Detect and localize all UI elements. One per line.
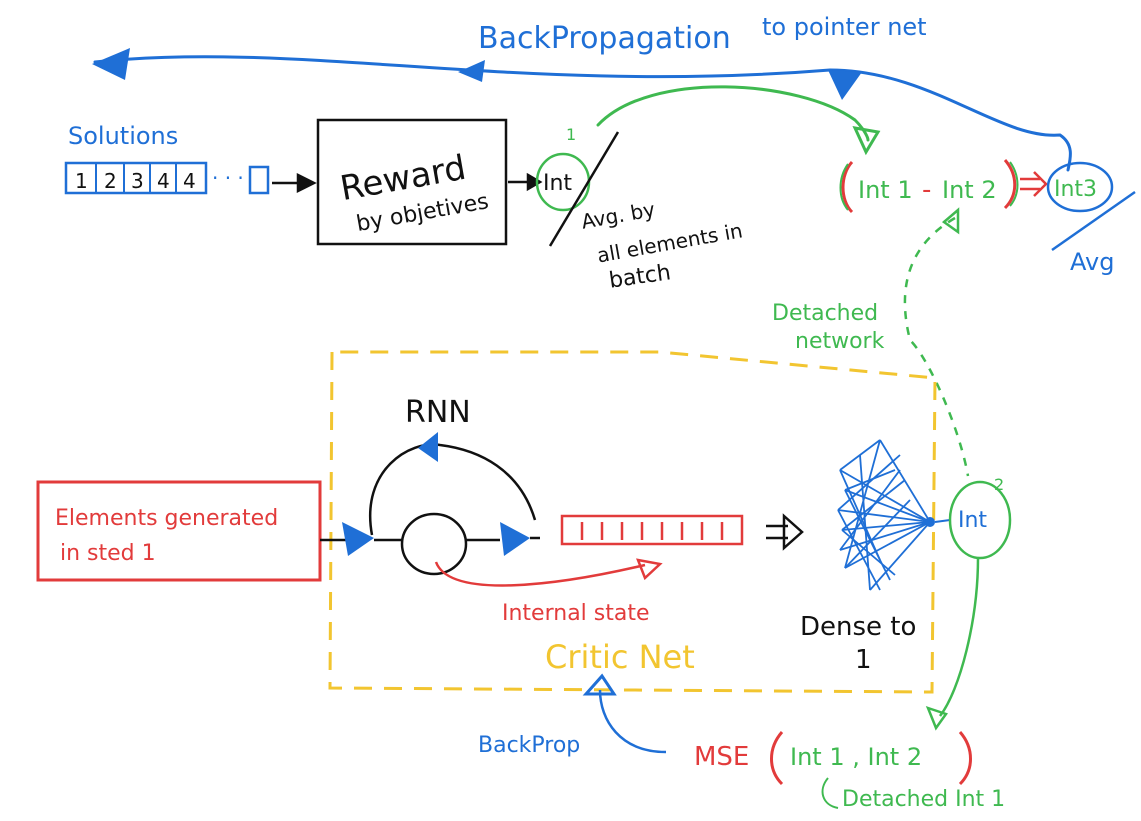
rnn-loop-arrowhead	[418, 432, 438, 462]
solution-cell: 2	[104, 169, 117, 193]
mse-open-paren	[770, 731, 784, 786]
diff-int1: Int 1	[858, 176, 913, 204]
diagram-canvas: BackPropagation to pointer net Solutions…	[36, 13, 1136, 812]
solutions-last-cell	[248, 165, 270, 195]
int1-index: 1	[566, 125, 576, 144]
avg-note-3: batch	[607, 260, 672, 293]
internal-state-arrow	[434, 561, 646, 587]
int1-label: Int	[543, 171, 572, 196]
internal-state-label: Internal state	[502, 601, 650, 626]
rnn-label: RNN	[405, 395, 471, 430]
backprop-suffix: to pointer net	[762, 13, 927, 41]
dense-to-int2	[934, 519, 951, 523]
int3-label: Int3	[1054, 177, 1097, 202]
arrow-reward-to-int	[508, 172, 543, 192]
mse-label: MSE	[694, 742, 749, 772]
elements-line2: in sted 1	[60, 541, 156, 566]
dense-label-2: 1	[855, 645, 872, 675]
solutions-ellipsis: · · ·	[212, 166, 244, 190]
critic-net-label: Critic Net	[545, 638, 695, 676]
backprop-arrowhead-left	[92, 48, 130, 80]
backprop-label: BackPropagation	[478, 21, 731, 56]
backprop-critic-label: BackProp	[478, 733, 580, 758]
rnn-input-arrowhead	[342, 522, 374, 556]
diff-expression: Int 1 - Int 2	[839, 159, 1019, 214]
arrow-vector-to-dense	[766, 513, 804, 551]
dense-network	[837, 439, 931, 591]
internal-state-arrowhead	[636, 558, 663, 581]
dense-output-node	[925, 517, 935, 527]
detached-note-arrow	[821, 777, 839, 809]
detached-label-1: Detached	[772, 301, 878, 326]
avg-note-1: Avg. by	[579, 197, 656, 234]
avg-label: Avg	[1070, 248, 1114, 276]
dense-label-1: Dense to	[800, 612, 916, 642]
int2-label: Int	[958, 508, 987, 533]
rnn-output-arrowhead	[500, 522, 530, 556]
rnn-loop	[369, 443, 537, 536]
diff-minus: -	[922, 175, 931, 205]
rnn-cell	[400, 512, 468, 576]
hidden-vector	[560, 514, 744, 546]
solution-cell: 3	[131, 169, 144, 193]
mse-args: Int 1 , Int 2	[790, 743, 922, 771]
solution-cells: 1 2 3 4 4	[75, 169, 196, 193]
arrow-diff-to-int3	[1020, 171, 1048, 197]
detached-dashed-link	[903, 216, 970, 477]
diff-int2: Int 2	[942, 176, 997, 204]
mse-close-paren	[958, 731, 972, 786]
arrow-solutions-to-reward	[272, 172, 317, 194]
detached-note: Detached Int 1	[842, 787, 1005, 812]
backprop-arrowhead-right	[828, 70, 862, 100]
int2-index: 2	[994, 475, 1004, 494]
solution-cell: 4	[157, 169, 170, 193]
elements-line1: Elements generated	[55, 506, 278, 531]
green-arc-int1-to-diff	[596, 85, 870, 142]
solution-cell: 1	[75, 169, 88, 193]
backprop-critic-arrow	[598, 689, 667, 754]
backprop-arrowhead-mid	[458, 60, 485, 82]
solutions-label: Solutions	[68, 122, 178, 150]
solution-cell: 4	[183, 169, 196, 193]
backprop-arc	[93, 55, 1072, 172]
detached-label-2: network	[795, 329, 885, 354]
green-line-int2-to-mse	[939, 557, 980, 717]
